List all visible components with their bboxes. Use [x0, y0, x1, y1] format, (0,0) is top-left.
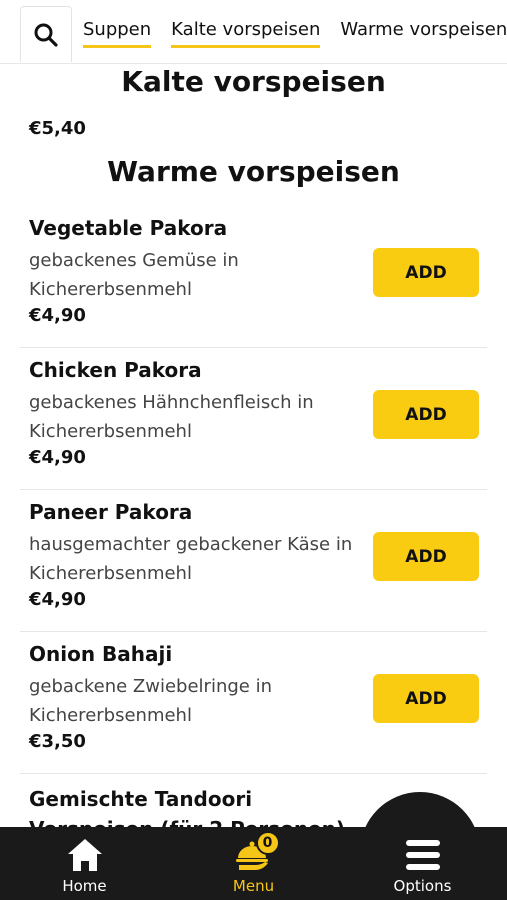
item-name: Gemischte Tandoori Vorspeisen (für 2 Per…: [29, 787, 345, 827]
item-price: €5,40: [29, 118, 86, 139]
menu-item[interactable]: Onion Bahaji gebackene Zwiebelringe in K…: [20, 632, 487, 774]
sticky-category-heading: Kalte vorspeisen: [0, 64, 507, 100]
nav-label: Options: [393, 877, 452, 895]
item-description: gebackenes Hähnchenfleisch in Kichererbs…: [29, 392, 314, 442]
add-button[interactable]: ADD: [373, 248, 479, 297]
nav-home[interactable]: Home: [0, 827, 169, 900]
nav-options[interactable]: Options: [338, 827, 507, 900]
menu-item[interactable]: Chicken Pakora gebackenes Hähnchenfleisc…: [20, 348, 487, 490]
search-icon: [34, 23, 58, 47]
menu-item-list: Vegetable Pakora gebackenes Gemüse in Ki…: [20, 206, 487, 827]
item-name: Vegetable Pakora: [29, 216, 228, 240]
item-name: Chicken Pakora: [29, 358, 202, 382]
add-button[interactable]: ADD: [373, 674, 479, 723]
item-description: hausgemachter gebackener Käse in Kichere…: [29, 534, 353, 584]
item-price: €4,90: [29, 589, 86, 610]
nav-menu[interactable]: 0 Menu: [169, 827, 338, 900]
menu-item[interactable]: Vegetable Pakora gebackenes Gemüse in Ki…: [20, 206, 487, 348]
nav-label: Menu: [232, 877, 275, 895]
section-heading: Warme vorspeisen: [107, 155, 400, 188]
item-description: gebackenes Gemüse in Kichererbsenmehl: [29, 250, 239, 300]
item-price: €4,90: [29, 305, 86, 326]
item-price: €4,90: [29, 447, 86, 468]
tab-warme-vorspeisen[interactable]: Warme vorspeisen: [340, 21, 507, 48]
category-tabs: Suppen Kalte vorspeisen Warme vorspeisen: [83, 21, 507, 48]
search-button[interactable]: [20, 6, 72, 62]
category-bar: Suppen Kalte vorspeisen Warme vorspeisen: [0, 0, 507, 64]
cart-count-badge: 0: [255, 831, 280, 855]
home-icon: [63, 835, 107, 875]
hamburger-menu-icon: [401, 835, 445, 875]
cloche-icon: 0: [232, 831, 280, 875]
item-price: €3,50: [29, 731, 86, 752]
bottom-navigation: Home 0 Menu Options: [0, 827, 507, 900]
tab-kalte-vorspeisen[interactable]: Kalte vorspeisen: [171, 21, 321, 48]
item-description: gebackene Zwiebelringe in Kichererbsenme…: [29, 676, 272, 726]
menu-content[interactable]: Kalte vorspeisen €5,40 Warme vorspeisen …: [0, 64, 507, 827]
item-name: Paneer Pakora: [29, 500, 193, 524]
tab-suppen[interactable]: Suppen: [83, 21, 152, 48]
add-button[interactable]: ADD: [373, 390, 479, 439]
menu-item[interactable]: Paneer Pakora hausgemachter gebackener K…: [20, 490, 487, 632]
add-button[interactable]: ADD: [373, 532, 479, 581]
nav-label: Home: [62, 877, 107, 895]
item-name: Onion Bahaji: [29, 642, 173, 666]
